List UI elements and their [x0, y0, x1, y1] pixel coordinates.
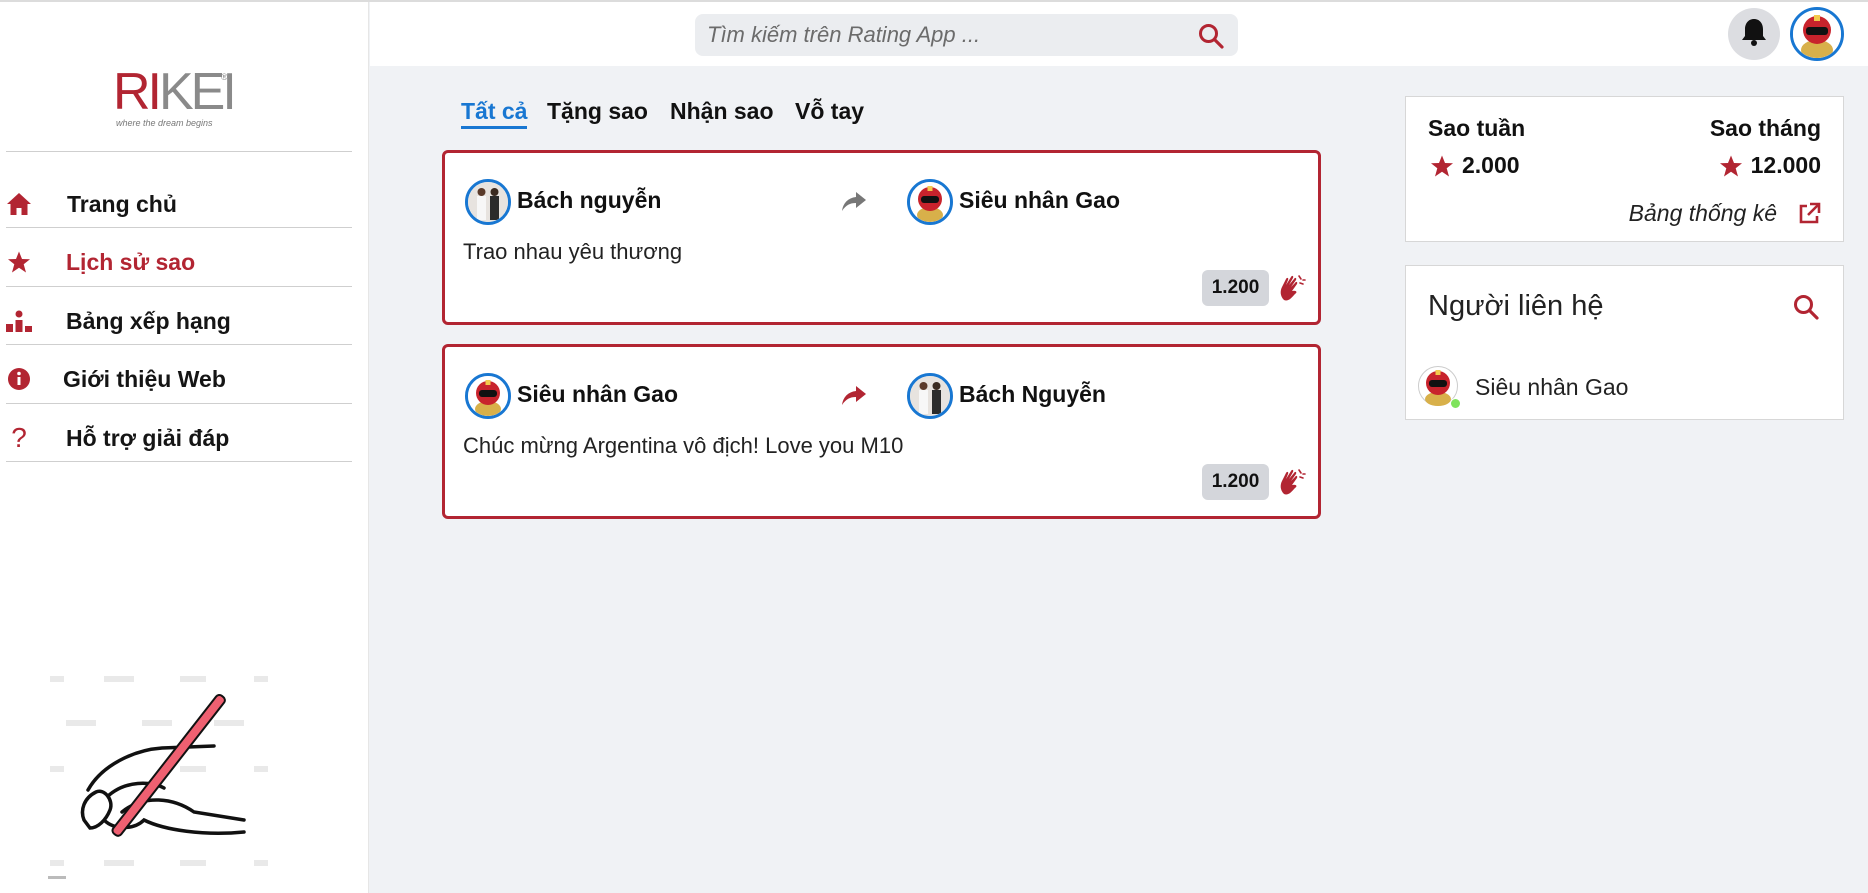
tab-receive-stars[interactable]: Nhận sao: [670, 98, 774, 125]
sidebar-divider: [6, 403, 352, 404]
search-icon[interactable]: [1793, 294, 1819, 325]
feed-message: Chúc mừng Argentina vô địch! Love you M1…: [463, 433, 904, 458]
search-icon[interactable]: [1198, 23, 1224, 54]
tab-give-stars[interactable]: Tặng sao: [547, 98, 648, 125]
monthly-stars: 12.000: [1719, 152, 1821, 179]
tab-applause[interactable]: Vỗ tay: [795, 98, 864, 125]
rikkei-logo[interactable]: RIKEI ® where the dream begins: [113, 63, 237, 132]
sender-avatar[interactable]: [465, 373, 511, 419]
sidebar-item-label: Hỗ trợ giải đáp: [66, 424, 230, 451]
share-arrow-icon: [841, 385, 867, 407]
sidebar-divider: [6, 286, 352, 287]
weekly-stars: 2.000: [1430, 152, 1520, 179]
contacts-title: Người liên hệ: [1428, 290, 1604, 322]
tab-all[interactable]: Tất cả: [461, 98, 528, 129]
sidebar-item-help[interactable]: ? Hỗ trợ giải đáp: [0, 409, 352, 467]
couple-photo-icon: [910, 376, 950, 416]
feed-card: Siêu nhân Gao Bách Nguyễn Chúc mừng Arge…: [442, 344, 1321, 519]
monthly-stars-value: 12.000: [1750, 152, 1821, 178]
sidebar-divider: [6, 461, 352, 462]
logo-registered-mark: ®: [221, 72, 228, 82]
sidebar-divider: [6, 344, 352, 345]
sidebar: RIKEI ® where the dream begins Trang chủ…: [0, 2, 369, 893]
contacts-panel: Người liên hệ Siêu nhân Gao: [1405, 265, 1844, 420]
user-avatar[interactable]: [1790, 7, 1844, 61]
home-icon: [5, 190, 33, 218]
notification-button[interactable]: [1728, 8, 1780, 60]
contact-name: Siêu nhân Gao: [1475, 374, 1629, 400]
statistics-link[interactable]: Bảng thống kê: [1629, 200, 1821, 227]
sender-name[interactable]: Siêu nhân Gao: [517, 381, 678, 408]
logo-wordmark: RIKEI: [113, 63, 237, 121]
ranger-avatar-icon: [468, 376, 508, 416]
receiver-avatar[interactable]: [907, 373, 953, 419]
sidebar-item-label: Lịch sử sao: [66, 248, 196, 275]
receiver-name[interactable]: Siêu nhân Gao: [959, 187, 1120, 214]
statistics-link-label: Bảng thống kê: [1628, 200, 1777, 226]
clap-icon[interactable]: [1278, 468, 1306, 496]
contact-item[interactable]: Siêu nhân Gao: [1418, 366, 1718, 410]
sidebar-divider: [6, 227, 352, 228]
ranger-avatar-icon: [910, 182, 950, 222]
star-icon: [5, 248, 33, 276]
feed-card: Bách nguyễn Siêu nhân Gao Trao nhau yêu …: [442, 150, 1321, 325]
weekly-stars-value: 2.000: [1462, 152, 1520, 178]
sidebar-item-leaderboard[interactable]: Bảng xếp hạng: [0, 292, 352, 350]
logo-tagline: where the dream begins: [116, 118, 213, 128]
sender-name[interactable]: Bách nguyễn: [517, 187, 661, 214]
sidebar-item-star-history[interactable]: Lịch sử sao: [0, 233, 352, 291]
couple-photo-icon: [468, 182, 508, 222]
star-icon: [1719, 155, 1742, 176]
monthly-stars-label: Sao tháng: [1709, 115, 1821, 141]
info-icon: [5, 365, 33, 393]
clap-icon[interactable]: [1278, 274, 1306, 302]
star-count-badge: 1.200: [1202, 270, 1269, 306]
star-icon: [1431, 155, 1453, 176]
question-icon: ?: [11, 422, 27, 453]
ranger-avatar-icon: [1793, 10, 1841, 58]
share-arrow-icon: [841, 191, 867, 213]
sender-avatar[interactable]: [465, 179, 511, 225]
sidebar-item-label: Bảng xếp hạng: [66, 307, 231, 334]
external-link-icon: [1799, 202, 1821, 223]
sidebar-item-about[interactable]: Giới thiệu Web: [0, 350, 352, 408]
sidebar-item-home[interactable]: Trang chủ: [0, 175, 352, 233]
top-bar: Tìm kiếm trên Rating App ...: [370, 2, 1868, 66]
hand-writing-illustration: [44, 670, 284, 882]
feed-message: Trao nhau yêu thương: [463, 239, 683, 264]
bell-icon: [1740, 17, 1768, 52]
sidebar-item-label: Trang chủ: [67, 190, 177, 217]
weekly-stars-label: Sao tuần: [1428, 115, 1526, 141]
receiver-avatar[interactable]: [907, 179, 953, 225]
star-count-badge: 1.200: [1202, 464, 1269, 500]
receiver-name[interactable]: Bách Nguyễn: [959, 381, 1106, 408]
sidebar-item-label: Giới thiệu Web: [63, 365, 226, 392]
contact-avatar: [1418, 366, 1461, 409]
sidebar-divider: [6, 151, 352, 152]
search-bar[interactable]: Tìm kiếm trên Rating App ...: [695, 14, 1238, 56]
online-status-dot: [1450, 398, 1461, 409]
star-stats-panel: Sao tuần 2.000 Sao tháng 12.000 Bảng thố…: [1405, 96, 1844, 242]
podium-icon: [5, 307, 33, 335]
search-input[interactable]: Tìm kiếm trên Rating App ...: [707, 22, 980, 48]
